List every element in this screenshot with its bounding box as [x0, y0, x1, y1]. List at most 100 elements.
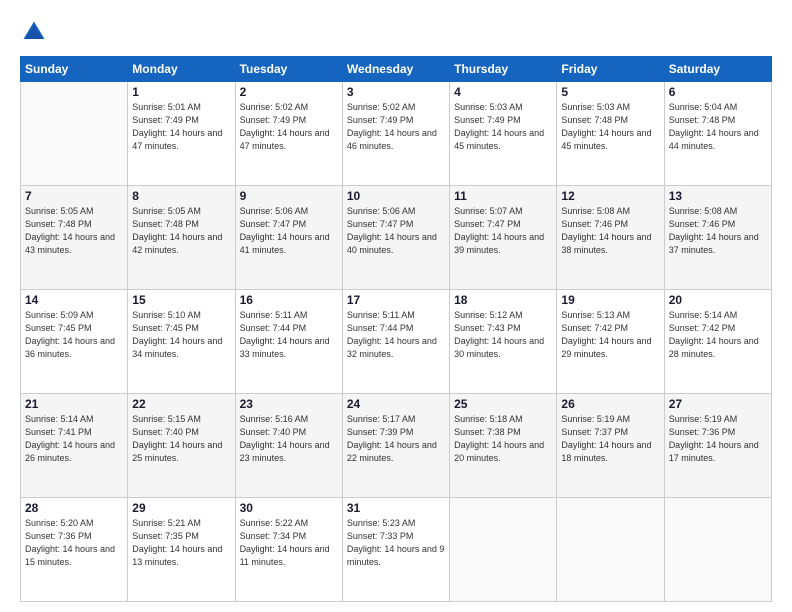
day-number: 11 [454, 189, 552, 203]
day-number: 19 [561, 293, 659, 307]
day-info: Sunrise: 5:14 AMSunset: 7:42 PMDaylight:… [669, 309, 767, 361]
day-number: 27 [669, 397, 767, 411]
day-number: 10 [347, 189, 445, 203]
calendar-cell: 19 Sunrise: 5:13 AMSunset: 7:42 PMDayligh… [557, 290, 664, 394]
day-info: Sunrise: 5:06 AMSunset: 7:47 PMDaylight:… [347, 205, 445, 257]
day-info: Sunrise: 5:04 AMSunset: 7:48 PMDaylight:… [669, 101, 767, 153]
calendar-cell: 26 Sunrise: 5:19 AMSunset: 7:37 PMDayligh… [557, 394, 664, 498]
day-number: 7 [25, 189, 123, 203]
calendar-cell: 14 Sunrise: 5:09 AMSunset: 7:45 PMDayligh… [21, 290, 128, 394]
day-info: Sunrise: 5:14 AMSunset: 7:41 PMDaylight:… [25, 413, 123, 465]
day-info: Sunrise: 5:15 AMSunset: 7:40 PMDaylight:… [132, 413, 230, 465]
calendar-cell: 30 Sunrise: 5:22 AMSunset: 7:34 PMDayligh… [235, 498, 342, 602]
day-info: Sunrise: 5:22 AMSunset: 7:34 PMDaylight:… [240, 517, 338, 569]
calendar-cell: 21 Sunrise: 5:14 AMSunset: 7:41 PMDayligh… [21, 394, 128, 498]
calendar-cell: 11 Sunrise: 5:07 AMSunset: 7:47 PMDayligh… [450, 186, 557, 290]
calendar-cell: 12Sunrise: 5:08 AMSunset: 7:46 PMDayligh… [557, 186, 664, 290]
calendar-week-2: 7 Sunrise: 5:05 AMSunset: 7:48 PMDaylight… [21, 186, 772, 290]
calendar-cell: 10 Sunrise: 5:06 AMSunset: 7:47 PMDayligh… [342, 186, 449, 290]
calendar-cell: 1Sunrise: 5:01 AMSunset: 7:49 PMDaylight… [128, 82, 235, 186]
calendar-cell [450, 498, 557, 602]
calendar-cell: 8 Sunrise: 5:05 AMSunset: 7:48 PMDaylight… [128, 186, 235, 290]
calendar-table: SundayMondayTuesdayWednesdayThursdayFrid… [20, 56, 772, 602]
day-info: Sunrise: 5:03 AMSunset: 7:49 PMDaylight:… [454, 101, 552, 153]
day-number: 31 [347, 501, 445, 515]
day-info: Sunrise: 5:05 AMSunset: 7:48 PMDaylight:… [132, 205, 230, 257]
day-info: Sunrise: 5:08 AMSunset: 7:46 PMDaylight:… [561, 205, 659, 257]
calendar-header-row: SundayMondayTuesdayWednesdayThursdayFrid… [21, 57, 772, 82]
day-number: 30 [240, 501, 338, 515]
day-info: Sunrise: 5:17 AMSunset: 7:39 PMDaylight:… [347, 413, 445, 465]
calendar-cell: 9Sunrise: 5:06 AMSunset: 7:47 PMDaylight… [235, 186, 342, 290]
day-number: 15 [132, 293, 230, 307]
day-info: Sunrise: 5:05 AMSunset: 7:48 PMDaylight:… [25, 205, 123, 257]
day-number: 25 [454, 397, 552, 411]
calendar-week-5: 28Sunrise: 5:20 AMSunset: 7:36 PMDayligh… [21, 498, 772, 602]
calendar-header-thursday: Thursday [450, 57, 557, 82]
day-info: Sunrise: 5:13 AMSunset: 7:42 PMDaylight:… [561, 309, 659, 361]
day-info: Sunrise: 5:23 AMSunset: 7:33 PMDaylight:… [347, 517, 445, 569]
calendar-cell: 7 Sunrise: 5:05 AMSunset: 7:48 PMDaylight… [21, 186, 128, 290]
calendar-cell [664, 498, 771, 602]
calendar-cell: 20 Sunrise: 5:14 AMSunset: 7:42 PMDayligh… [664, 290, 771, 394]
day-number: 20 [669, 293, 767, 307]
day-number: 8 [132, 189, 230, 203]
page: SundayMondayTuesdayWednesdayThursdayFrid… [0, 0, 792, 612]
calendar-week-3: 14 Sunrise: 5:09 AMSunset: 7:45 PMDayligh… [21, 290, 772, 394]
day-number: 6 [669, 85, 767, 99]
calendar-week-1: 1Sunrise: 5:01 AMSunset: 7:49 PMDaylight… [21, 82, 772, 186]
day-info: Sunrise: 5:02 AMSunset: 7:49 PMDaylight:… [347, 101, 445, 153]
day-info: Sunrise: 5:08 AMSunset: 7:46 PMDaylight:… [669, 205, 767, 257]
day-info: Sunrise: 5:18 AMSunset: 7:38 PMDaylight:… [454, 413, 552, 465]
calendar-cell: 16 Sunrise: 5:11 AMSunset: 7:44 PMDayligh… [235, 290, 342, 394]
day-number: 1 [132, 85, 230, 99]
day-info: Sunrise: 5:19 AMSunset: 7:36 PMDaylight:… [669, 413, 767, 465]
day-number: 9 [240, 189, 338, 203]
calendar-cell: 4 Sunrise: 5:03 AMSunset: 7:49 PMDaylight… [450, 82, 557, 186]
day-info: Sunrise: 5:21 AMSunset: 7:35 PMDaylight:… [132, 517, 230, 569]
day-number: 26 [561, 397, 659, 411]
calendar-header-tuesday: Tuesday [235, 57, 342, 82]
day-number: 24 [347, 397, 445, 411]
calendar-cell: 13Sunrise: 5:08 AMSunset: 7:46 PMDayligh… [664, 186, 771, 290]
day-info: Sunrise: 5:20 AMSunset: 7:36 PMDaylight:… [25, 517, 123, 569]
day-info: Sunrise: 5:10 AMSunset: 7:45 PMDaylight:… [132, 309, 230, 361]
day-number: 14 [25, 293, 123, 307]
calendar-cell [21, 82, 128, 186]
day-number: 22 [132, 397, 230, 411]
day-info: Sunrise: 5:11 AMSunset: 7:44 PMDaylight:… [347, 309, 445, 361]
logo [20, 18, 52, 46]
calendar-cell [557, 498, 664, 602]
calendar-header-sunday: Sunday [21, 57, 128, 82]
calendar-cell: 15 Sunrise: 5:10 AMSunset: 7:45 PMDayligh… [128, 290, 235, 394]
calendar-header-friday: Friday [557, 57, 664, 82]
day-info: Sunrise: 5:19 AMSunset: 7:37 PMDaylight:… [561, 413, 659, 465]
day-number: 23 [240, 397, 338, 411]
day-info: Sunrise: 5:09 AMSunset: 7:45 PMDaylight:… [25, 309, 123, 361]
day-number: 29 [132, 501, 230, 515]
day-info: Sunrise: 5:07 AMSunset: 7:47 PMDaylight:… [454, 205, 552, 257]
day-info: Sunrise: 5:03 AMSunset: 7:48 PMDaylight:… [561, 101, 659, 153]
day-number: 4 [454, 85, 552, 99]
calendar-header-saturday: Saturday [664, 57, 771, 82]
day-info: Sunrise: 5:12 AMSunset: 7:43 PMDaylight:… [454, 309, 552, 361]
calendar-cell: 18Sunrise: 5:12 AMSunset: 7:43 PMDayligh… [450, 290, 557, 394]
calendar-cell: 2Sunrise: 5:02 AMSunset: 7:49 PMDaylight… [235, 82, 342, 186]
calendar-cell: 24 Sunrise: 5:17 AMSunset: 7:39 PMDayligh… [342, 394, 449, 498]
calendar-cell: 28Sunrise: 5:20 AMSunset: 7:36 PMDayligh… [21, 498, 128, 602]
calendar-cell: 29 Sunrise: 5:21 AMSunset: 7:35 PMDayligh… [128, 498, 235, 602]
calendar-cell: 17Sunrise: 5:11 AMSunset: 7:44 PMDayligh… [342, 290, 449, 394]
calendar-cell: 5 Sunrise: 5:03 AMSunset: 7:48 PMDaylight… [557, 82, 664, 186]
day-number: 16 [240, 293, 338, 307]
calendar-header-monday: Monday [128, 57, 235, 82]
calendar-header-wednesday: Wednesday [342, 57, 449, 82]
calendar-cell: 23 Sunrise: 5:16 AMSunset: 7:40 PMDayligh… [235, 394, 342, 498]
calendar-week-4: 21 Sunrise: 5:14 AMSunset: 7:41 PMDayligh… [21, 394, 772, 498]
day-number: 21 [25, 397, 123, 411]
day-info: Sunrise: 5:16 AMSunset: 7:40 PMDaylight:… [240, 413, 338, 465]
day-info: Sunrise: 5:02 AMSunset: 7:49 PMDaylight:… [240, 101, 338, 153]
calendar-cell: 22 Sunrise: 5:15 AMSunset: 7:40 PMDayligh… [128, 394, 235, 498]
day-number: 5 [561, 85, 659, 99]
calendar-cell: 25 Sunrise: 5:18 AMSunset: 7:38 PMDayligh… [450, 394, 557, 498]
day-info: Sunrise: 5:11 AMSunset: 7:44 PMDaylight:… [240, 309, 338, 361]
